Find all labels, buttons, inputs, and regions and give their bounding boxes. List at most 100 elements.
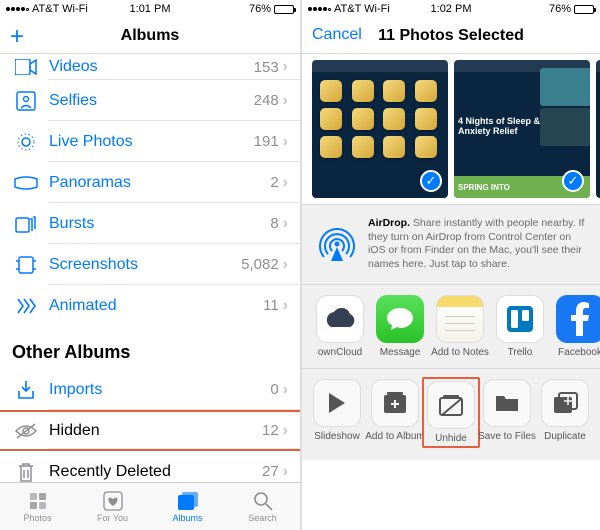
status-bar: AT&T Wi-Fi 1:01 PM 76%	[0, 0, 300, 18]
albums-list[interactable]: Videos 153 › Selfies 248 › Live Photos 1…	[0, 54, 300, 482]
share-actions-row[interactable]: Slideshow Add to Album Unhide Save to Fi…	[302, 368, 600, 460]
album-row-recently-deleted[interactable]: Recently Deleted 27 ›	[0, 451, 300, 482]
photo-thumb[interactable]	[596, 60, 600, 198]
status-bar: AT&T Wi-Fi 1:02 PM 76%	[302, 0, 600, 18]
message-icon	[376, 295, 424, 343]
heart-icon	[102, 490, 124, 512]
section-other-albums: Other Albums	[0, 326, 300, 369]
photo-thumb[interactable]: ✓	[312, 60, 448, 198]
unhide-icon	[427, 381, 475, 429]
album-count: 12	[262, 422, 279, 439]
album-row-animated[interactable]: Animated 11 ›	[0, 285, 300, 326]
album-name: Recently Deleted	[49, 463, 262, 481]
play-icon	[313, 379, 361, 427]
share-label: Message	[380, 347, 421, 358]
chevron-right-icon: ›	[283, 256, 288, 274]
deleted-icon	[12, 462, 40, 482]
album-row-panoramas[interactable]: Panoramas 2 ›	[0, 162, 300, 203]
bursts-icon	[12, 215, 40, 233]
duplicate-icon	[541, 379, 589, 427]
battery-icon	[574, 5, 594, 14]
share-apps-row[interactable]: ownCloud Message Add to Notes Trello Fac…	[302, 284, 600, 368]
clock-label: 1:01 PM	[0, 3, 300, 15]
tab-label: Photos	[23, 513, 51, 523]
tab-albums[interactable]: Albums	[150, 483, 225, 530]
album-name: Hidden	[49, 422, 262, 440]
share-trello[interactable]: Trello	[490, 295, 550, 358]
album-row-selfies[interactable]: Selfies 248 ›	[0, 80, 300, 121]
tab-label: Search	[248, 513, 277, 523]
action-add-to-album[interactable]: Add to Album	[366, 379, 424, 446]
page-title: Albums	[121, 27, 180, 45]
tab-photos[interactable]: Photos	[0, 483, 75, 530]
share-owncloud[interactable]: ownCloud	[310, 295, 370, 358]
chevron-right-icon: ›	[283, 174, 288, 192]
album-name: Bursts	[49, 215, 270, 233]
add-button[interactable]: +	[10, 23, 24, 51]
share-label: ownCloud	[318, 347, 362, 358]
album-name: Panoramas	[49, 174, 270, 192]
tab-for-you[interactable]: For You	[75, 483, 150, 530]
album-count: 11	[263, 297, 279, 314]
screen-share-sheet: AT&T Wi-Fi 1:02 PM 76% Cancel 11 Photos …	[300, 0, 600, 530]
nav-header: Cancel 11 Photos Selected	[302, 18, 600, 54]
selected-photos-strip[interactable]: ✓ 4 Nights of Sleep &Anxiety Relief SPRI…	[302, 54, 600, 204]
page-title: 11 Photos Selected	[378, 27, 524, 45]
chevron-right-icon: ›	[283, 381, 288, 399]
album-name: Videos	[49, 58, 254, 76]
animated-icon	[12, 297, 40, 315]
airdrop-text: AirDrop. Share instantly with people nea…	[368, 217, 586, 272]
share-message[interactable]: Message	[370, 295, 430, 358]
screen-albums: AT&T Wi-Fi 1:01 PM 76% + Albums Videos 1…	[0, 0, 300, 530]
album-count: 0	[270, 381, 278, 398]
tab-label: Albums	[172, 513, 202, 523]
notes-icon	[436, 295, 484, 343]
livephotos-icon	[12, 131, 40, 153]
check-badge-icon: ✓	[420, 170, 442, 192]
action-label: Unhide	[435, 433, 467, 444]
action-slideshow[interactable]: Slideshow	[308, 379, 366, 446]
album-row-screenshots[interactable]: Screenshots 5,082 ›	[0, 244, 300, 285]
chevron-right-icon: ›	[283, 92, 288, 110]
tab-label: For You	[97, 513, 128, 523]
screenshots-icon	[12, 256, 40, 274]
hidden-icon	[12, 423, 40, 439]
photo-thumb[interactable]: 4 Nights of Sleep &Anxiety Relief SPRING…	[454, 60, 590, 198]
album-row-livephotos[interactable]: Live Photos 191 ›	[0, 121, 300, 162]
share-label: Facebook	[558, 347, 600, 358]
folder-icon	[483, 379, 531, 427]
tab-bar: Photos For You Albums Search	[0, 482, 300, 530]
chevron-right-icon: ›	[283, 422, 288, 440]
action-unhide[interactable]: Unhide	[422, 377, 480, 448]
chevron-right-icon: ›	[283, 297, 288, 315]
album-row-bursts[interactable]: Bursts 8 ›	[0, 203, 300, 244]
check-badge-icon: ✓	[562, 170, 584, 192]
share-facebook[interactable]: Facebook	[550, 295, 600, 358]
album-count: 153	[254, 59, 279, 76]
action-label: Save to Files	[478, 431, 536, 442]
album-row-imports[interactable]: Imports 0 ›	[0, 369, 300, 410]
panoramas-icon	[12, 176, 40, 190]
action-duplicate[interactable]: Duplicate	[536, 379, 594, 446]
action-save-to-files[interactable]: Save to Files	[478, 379, 536, 446]
album-name: Animated	[49, 297, 263, 315]
album-count: 27	[262, 463, 279, 480]
photos-icon	[27, 490, 49, 512]
album-name: Live Photos	[49, 133, 254, 151]
cancel-button[interactable]: Cancel	[312, 26, 362, 44]
airdrop-row[interactable]: AirDrop. Share instantly with people nea…	[302, 204, 600, 284]
battery-icon	[274, 5, 294, 14]
album-count: 8	[270, 215, 278, 232]
album-name: Screenshots	[49, 256, 241, 274]
chevron-right-icon: ›	[283, 58, 288, 76]
tab-search[interactable]: Search	[225, 483, 300, 530]
chevron-right-icon: ›	[283, 133, 288, 151]
album-row-videos[interactable]: Videos 153 ›	[0, 54, 300, 80]
share-notes[interactable]: Add to Notes	[430, 295, 490, 358]
album-name: Imports	[49, 381, 270, 399]
album-name: Selfies	[49, 92, 254, 110]
album-row-hidden[interactable]: Hidden 12 ›	[0, 410, 300, 451]
action-label: Duplicate	[544, 431, 586, 442]
album-count: 248	[254, 92, 279, 109]
share-label: Add to Notes	[431, 347, 489, 358]
